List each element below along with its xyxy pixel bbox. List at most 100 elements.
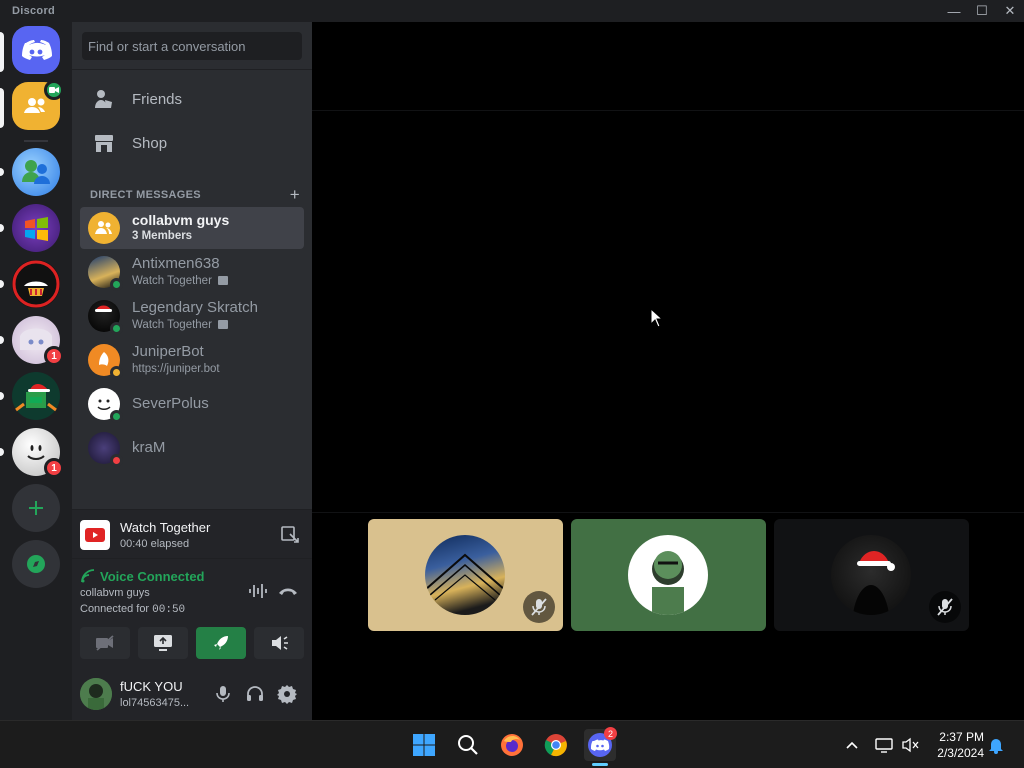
taskbar-search-button[interactable]	[452, 729, 484, 761]
noise-suppression-button[interactable]	[244, 577, 272, 605]
voice-status: Voice Connected	[100, 569, 205, 584]
video-call-icon	[44, 80, 64, 100]
search-input[interactable]	[82, 32, 302, 60]
dm-item-legendary-skratch[interactable]: Legendary Skratch Watch Together	[80, 295, 304, 337]
nav-shop[interactable]: Shop	[80, 122, 304, 164]
participant-avatar	[831, 535, 911, 615]
red-hat-icon	[12, 260, 60, 308]
dm-activity: Watch Together	[132, 275, 229, 288]
firefox-button[interactable]	[496, 729, 528, 761]
screen-share-icon	[154, 635, 172, 651]
dm-name: Legendary Skratch	[132, 299, 258, 317]
participant-tile[interactable]	[368, 519, 563, 631]
dm-item-juniperbot[interactable]: JuniperBot https://juniper.bot	[80, 339, 304, 381]
server-red[interactable]	[12, 260, 60, 308]
soundboard-button[interactable]	[254, 627, 304, 659]
popout-icon[interactable]	[280, 524, 300, 544]
maximize-button[interactable]: ☐	[968, 2, 996, 20]
dm-name: SeverPolus	[132, 394, 209, 412]
dm-activity: Watch Together	[132, 319, 258, 332]
divider	[312, 512, 1024, 513]
rocket-icon	[214, 636, 228, 650]
friends-icon	[92, 87, 116, 111]
system-clock[interactable]: 2:37 PM 2/3/2024	[928, 729, 984, 761]
server-rail: 1 1	[0, 22, 72, 720]
gear-icon	[277, 685, 297, 704]
group-avatar	[88, 212, 120, 244]
clock-date: 2/3/2024	[937, 746, 984, 760]
unread-indicator	[0, 88, 4, 128]
group-call-server[interactable]	[12, 80, 64, 130]
microphone-icon	[216, 686, 230, 702]
rail-separator	[24, 140, 48, 142]
close-button[interactable]: ✕	[996, 2, 1024, 20]
user-avatar[interactable]	[80, 678, 112, 710]
dm-subtext: https://juniper.bot	[132, 362, 220, 375]
disconnect-button[interactable]	[274, 577, 302, 605]
volume-button[interactable]	[900, 735, 920, 755]
nav-friends[interactable]: Friends	[80, 78, 304, 120]
activity-stage[interactable]	[312, 112, 1024, 512]
mic-muted-icon	[937, 598, 953, 616]
explore-servers-button[interactable]	[12, 540, 60, 588]
bell-icon	[989, 739, 1003, 754]
muted-indicator	[929, 591, 961, 623]
camera-off-icon	[96, 635, 114, 651]
search-bar	[72, 22, 312, 70]
server-smiley[interactable]: 1	[12, 428, 64, 478]
plus-icon	[29, 501, 43, 515]
signal-icon	[81, 569, 95, 583]
speaker-muted-icon	[902, 737, 919, 753]
network-icon	[875, 738, 893, 753]
user-settings-button[interactable]	[274, 681, 300, 707]
home-button[interactable]	[12, 26, 60, 74]
notifications-button[interactable]	[986, 735, 1006, 755]
unread-dot	[0, 392, 4, 400]
voice-channel[interactable]: collabvm guys	[80, 587, 150, 599]
discord-notification-badge: 2	[604, 727, 617, 740]
chrome-icon	[544, 734, 567, 757]
dm-item-antixmen638[interactable]: Antixmen638 Watch Together	[80, 251, 304, 293]
share-screen-button[interactable]	[138, 627, 188, 659]
deafen-button[interactable]	[242, 681, 268, 707]
network-button[interactable]	[874, 735, 894, 755]
participant-tile[interactable]	[774, 519, 969, 631]
user-panel: fUCK YOU lol74563475...	[72, 667, 312, 720]
activity-panel[interactable]: Watch Together 00:40 elapsed	[72, 509, 312, 559]
add-server-button[interactable]	[12, 484, 60, 532]
msn-icon	[22, 160, 50, 184]
show-hidden-icons-button[interactable]	[842, 735, 862, 755]
dm-name: JuniperBot	[132, 343, 204, 361]
hangup-icon	[279, 588, 297, 595]
server-msn[interactable]	[12, 148, 60, 196]
server-xmas[interactable]	[12, 372, 60, 420]
participant-tile[interactable]	[571, 519, 766, 631]
mute-button[interactable]	[210, 681, 236, 707]
status-online-icon	[110, 278, 123, 291]
participant-avatar	[628, 535, 708, 615]
dm-item-collabvm-guys[interactable]: collabvm guys 3 Members	[80, 207, 304, 249]
create-dm-button[interactable]: +	[290, 185, 300, 205]
nav-friends-label: Friends	[132, 90, 183, 108]
chrome-button[interactable]	[540, 729, 572, 761]
start-button[interactable]	[408, 729, 440, 761]
unread-dot	[0, 336, 4, 344]
activities-button[interactable]	[196, 627, 246, 659]
shop-icon	[92, 131, 116, 155]
minimize-button[interactable]: —	[940, 2, 968, 20]
divider	[312, 110, 1024, 111]
dm-item-severpolus[interactable]: SeverPolus	[80, 383, 304, 425]
dm-item-kram[interactable]: kraM	[80, 427, 304, 469]
server-anime[interactable]: 1	[12, 316, 64, 366]
video-off-button[interactable]	[80, 627, 130, 659]
status-online-icon	[110, 322, 123, 335]
avatar	[88, 388, 123, 423]
activity-icon	[218, 320, 229, 330]
server-windows[interactable]	[12, 204, 60, 252]
call-view	[312, 22, 1024, 720]
taskbar: 2 2:37 PM 2/3/2024	[0, 720, 1024, 768]
headphones-icon	[247, 686, 263, 701]
clock-time: 2:37 PM	[939, 730, 984, 744]
windows-logo-icon	[25, 217, 48, 241]
username: fUCK YOU	[120, 679, 183, 694]
